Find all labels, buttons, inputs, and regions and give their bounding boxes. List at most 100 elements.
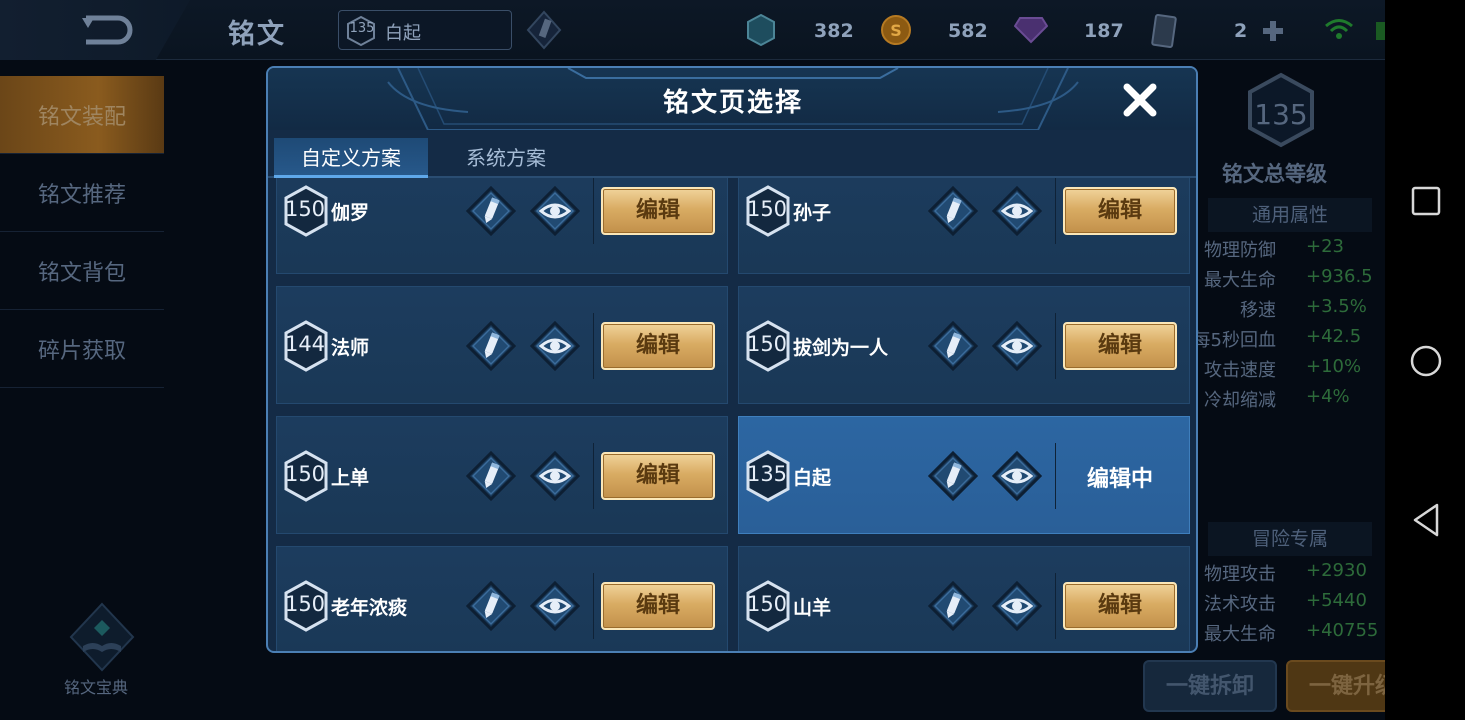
preview-eye-icon[interactable] — [992, 581, 1042, 631]
attr-row: 每5秒回血 +42.5 — [1192, 326, 1384, 356]
attr-row: 冷却缩减 +4% — [1196, 386, 1384, 416]
page-name: 白起 — [793, 467, 832, 489]
close-icon[interactable] — [1120, 80, 1160, 120]
rune-page-card[interactable]: 150 拔剑为一人 编辑 — [738, 286, 1190, 404]
home-icon[interactable] — [1409, 344, 1443, 378]
page-level: 150 — [746, 197, 788, 221]
back-nav-icon[interactable] — [1411, 502, 1441, 538]
codex-label: 铭文宝典 — [63, 678, 128, 697]
preview-eye-icon[interactable] — [992, 321, 1042, 371]
back-button[interactable] — [0, 0, 190, 60]
tab-custom-plans[interactable]: 自定义方案 — [274, 138, 428, 178]
page-level: 135 — [746, 462, 788, 486]
card-divider — [1055, 313, 1056, 379]
attr-row: 攻击速度 +10% — [1196, 356, 1384, 386]
sidebar: 铭文装配 铭文推荐 铭文背包 碎片获取 — [0, 76, 164, 388]
total-level-label: 铭文总等级 — [1222, 162, 1327, 186]
svg-text:S: S — [890, 21, 902, 40]
dialog-title: 铭文页选择 — [662, 88, 803, 118]
rune-page-card[interactable]: 150 山羊 编辑 — [738, 546, 1190, 651]
attr-row: 最大生命 +936.5 — [1196, 266, 1384, 296]
rune-page-card[interactable]: 144 法师 编辑 — [276, 286, 728, 404]
sidebar-item-equip[interactable]: 铭文装配 — [0, 76, 164, 154]
attr-value: +10% — [1306, 356, 1362, 377]
hero-level: 135 — [349, 21, 375, 36]
sidebar-item-backpack[interactable]: 铭文背包 — [0, 232, 164, 310]
rune-page-card[interactable]: 150 上单 编辑 — [276, 416, 728, 534]
rune-page-card[interactable]: 150 伽罗 编辑 — [276, 178, 728, 274]
system-nav-bar — [1385, 0, 1465, 720]
rename-pencil-icon[interactable] — [928, 321, 978, 371]
attr-name: 最大生命 — [1204, 624, 1276, 645]
card-icon — [1151, 14, 1177, 48]
card-divider — [593, 178, 594, 244]
gem-count: 187 — [1084, 20, 1124, 42]
page-name: 山羊 — [793, 597, 832, 619]
attr-name: 物理攻击 — [1204, 564, 1276, 585]
page-level: 150 — [284, 592, 326, 616]
card-divider — [593, 573, 594, 639]
edit-button[interactable]: 编辑 — [1063, 582, 1177, 630]
card-divider — [1055, 178, 1056, 244]
crystal-count: 382 — [814, 20, 854, 42]
rune-page-card[interactable]: 135 白起 编辑中 — [738, 416, 1190, 534]
gem-icon — [1014, 17, 1048, 44]
total-level-value: 135 — [1254, 98, 1308, 131]
edit-button[interactable]: 编辑 — [1063, 322, 1177, 370]
rename-pencil-icon[interactable] — [466, 581, 516, 631]
preview-eye-icon[interactable] — [530, 581, 580, 631]
page-name: 法师 — [331, 337, 370, 359]
wifi-icon — [1325, 19, 1353, 39]
rename-pencil-icon[interactable] — [466, 451, 516, 501]
rename-pencil-icon[interactable] — [466, 321, 516, 371]
edit-button[interactable]: 编辑 — [601, 582, 715, 630]
edit-button[interactable]: 编辑 — [601, 452, 715, 500]
rename-pencil-icon[interactable] — [526, 10, 562, 50]
dialog-header: 铭文页选择 — [268, 68, 1196, 130]
page-level: 150 — [284, 197, 326, 221]
recent-apps-icon[interactable] — [1411, 186, 1441, 216]
rune-page-list[interactable]: 150 伽罗 编辑 150 孙子 编辑 144 法师 编辑 150 拔剑为一人 编辑 150 上单 编辑 13… — [268, 178, 1196, 651]
attr-row: 法术攻击 +5440 — [1196, 590, 1384, 620]
card-count: 2 — [1234, 20, 1248, 42]
attr-name: 每5秒回血 — [1192, 330, 1276, 351]
codex-book-icon — [69, 602, 135, 672]
rename-pencil-icon[interactable] — [928, 451, 978, 501]
attr-name: 法术攻击 — [1204, 594, 1276, 615]
edit-button[interactable]: 编辑 — [1063, 187, 1177, 235]
page-level: 150 — [746, 332, 788, 356]
preview-eye-icon[interactable] — [992, 451, 1042, 501]
add-plus-icon[interactable] — [1262, 20, 1284, 42]
unequip-all-button[interactable]: 一键拆卸 — [1143, 660, 1277, 712]
codex-button[interactable]: 铭文宝典 — [62, 602, 142, 702]
attr-name: 移速 — [1240, 300, 1276, 321]
stats-panel: 135 铭文总等级 通用属性 物理防御 +23 最大生命 +936.5 移速 +3.5% 每… — [1192, 66, 1384, 666]
edit-button[interactable]: 编辑 — [601, 187, 715, 235]
edit-button[interactable]: 编辑 — [601, 322, 715, 370]
attr-value: +2930 — [1306, 560, 1367, 581]
current-hero-selector[interactable]: 135 白起 — [338, 10, 512, 50]
attr-name: 最大生命 — [1204, 270, 1276, 291]
card-divider — [1055, 573, 1056, 639]
rune-page-select-dialog: 铭文页选择 自定义方案 系统方案 150 伽罗 编辑 150 孙子 编辑 144 法师 编辑 15… — [266, 66, 1198, 653]
rename-pencil-icon[interactable] — [928, 581, 978, 631]
card-divider — [593, 313, 594, 379]
gold-count: 582 — [948, 20, 988, 42]
page-name: 老年浓痰 — [331, 597, 408, 619]
preview-eye-icon[interactable] — [530, 321, 580, 371]
preview-eye-icon[interactable] — [530, 186, 580, 236]
sidebar-item-recommend[interactable]: 铭文推荐 — [0, 154, 164, 232]
attr-value: +936.5 — [1306, 266, 1373, 287]
attr-row: 移速 +3.5% — [1196, 296, 1384, 326]
rename-pencil-icon[interactable] — [466, 186, 516, 236]
back-arrow-icon — [82, 15, 133, 45]
rename-pencil-icon[interactable] — [928, 186, 978, 236]
sidebar-item-fragments[interactable]: 碎片获取 — [0, 310, 164, 388]
adventure-attrs-header: 冒险专属 — [1208, 522, 1372, 556]
tab-system-plans[interactable]: 系统方案 — [444, 138, 568, 178]
rune-page-card[interactable]: 150 孙子 编辑 — [738, 178, 1190, 274]
attr-name: 物理防御 — [1204, 240, 1276, 261]
rune-page-card[interactable]: 150 老年浓痰 编辑 — [276, 546, 728, 651]
preview-eye-icon[interactable] — [530, 451, 580, 501]
preview-eye-icon[interactable] — [992, 186, 1042, 236]
